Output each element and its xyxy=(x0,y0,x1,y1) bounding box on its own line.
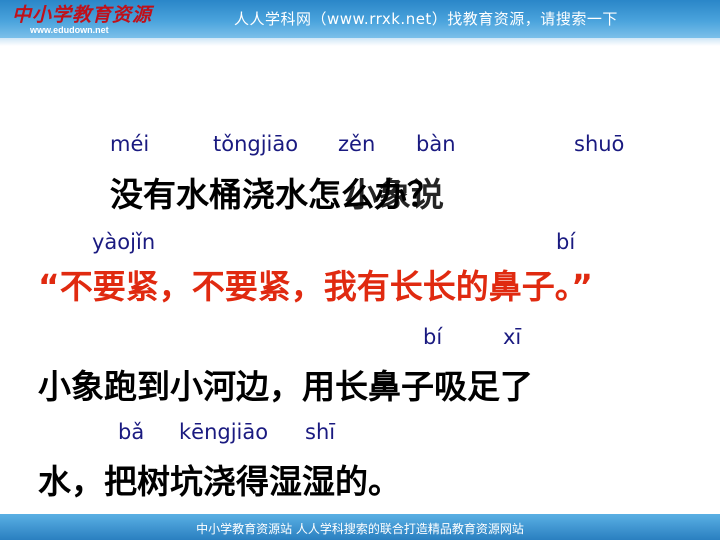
pinyin-bi-2: bí xyxy=(423,325,443,349)
pinyin-ban: bàn xyxy=(416,132,456,156)
pinyin-yaojin: yàojǐn xyxy=(92,230,156,254)
banner-tagline: 人人学科网（www.rrxk.net）找教育资源，请搜索一下 xyxy=(234,10,618,28)
pinyin-xi: xī xyxy=(503,325,522,349)
pinyin-shi: shī xyxy=(305,420,336,444)
pinyin-shuo: shuō xyxy=(574,132,625,156)
pinyin-mei: méi xyxy=(110,132,150,156)
pinyin-ba: bǎ xyxy=(118,420,145,444)
pinyin-kengjiao: kēngjiāo xyxy=(179,420,269,444)
pinyin-tongjiao: tǒngjiāo xyxy=(213,132,299,156)
bottom-banner: 中小学教育资源站 人人学科搜索的联合打造精品教育资源网站 xyxy=(0,514,720,540)
banner-fade xyxy=(0,38,720,46)
logo-url: www.edudown.net xyxy=(30,25,109,35)
pinyin-zen: zěn xyxy=(338,132,376,156)
pinyin-bi: bí xyxy=(556,230,576,254)
top-banner: 中小学教育资源 www.edudown.net 人人学科网（www.rrxk.n… xyxy=(0,0,720,38)
sentence-4: 水，把树坑浇得湿湿的。 xyxy=(38,462,401,501)
footer-text[interactable]: 中小学教育资源站 人人学科搜索的联合打造精品教育资源网站 xyxy=(0,520,720,537)
quote-line: “不要紧，不要紧，我有长长的鼻子。” xyxy=(38,267,593,306)
logo-text: 中小学教育资源 xyxy=(12,4,153,26)
sentence-1-overlap: 小象说 xyxy=(345,175,444,214)
sentence-3: 小象跑到小河边，用长鼻子吸足了 xyxy=(38,367,533,406)
site-logo[interactable]: 中小学教育资源 www.edudown.net xyxy=(12,2,162,36)
